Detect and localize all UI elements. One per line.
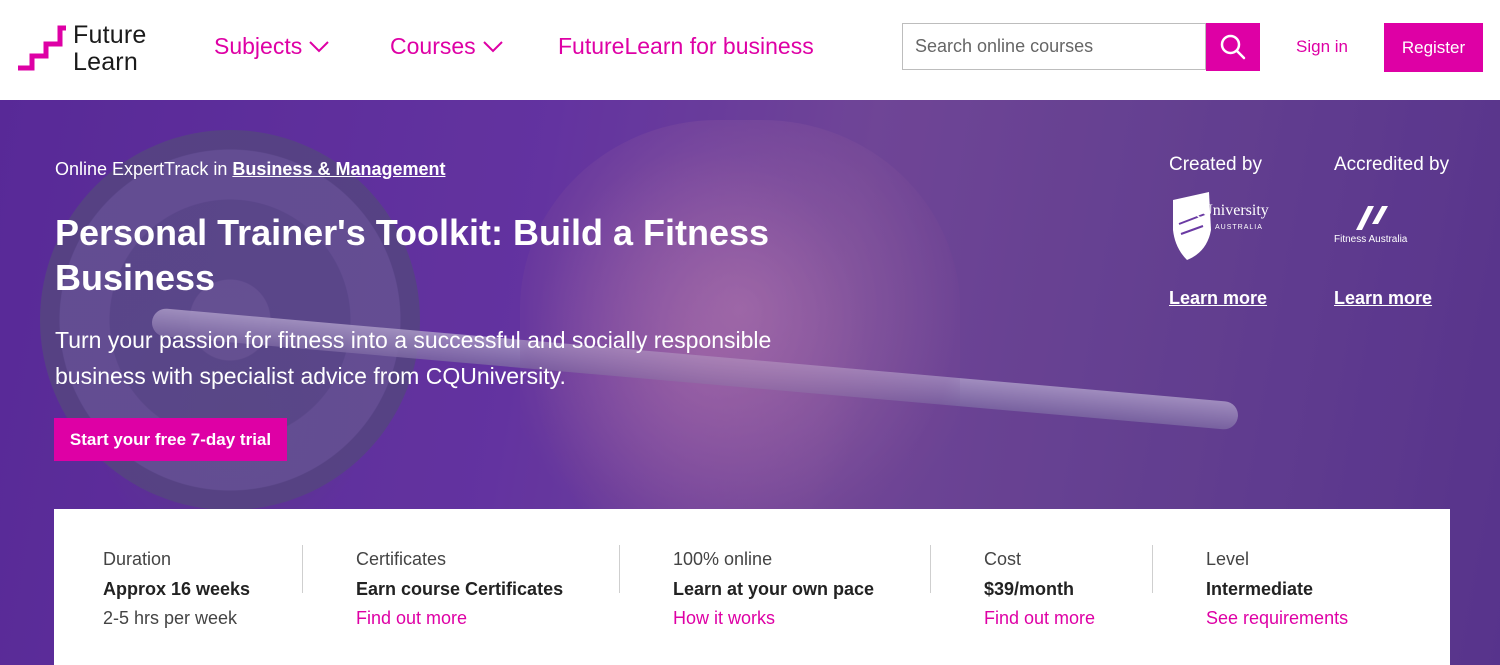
chevron-down-icon (309, 40, 329, 52)
sign-in-link[interactable]: Sign in (1296, 37, 1348, 57)
info-value: Intermediate (1206, 579, 1314, 599)
divider (619, 545, 620, 593)
info-value: Learn at your own pace (673, 579, 875, 599)
breadcrumb: Online ExpertTrack in Business & Managem… (55, 159, 445, 180)
cost-find-out-more-link[interactable]: Find out more (984, 608, 1095, 629)
nav-subjects[interactable]: Subjects (214, 33, 330, 60)
nav-subjects-label: Subjects (214, 33, 303, 59)
divider (930, 545, 931, 593)
site-header: Future Learn Subjects Courses FutureLear… (0, 0, 1500, 100)
info-key: Cost (984, 549, 1022, 569)
info-cost: Cost $39/month Find out more (984, 549, 1095, 629)
divider (302, 545, 303, 593)
accredited-by-block: Accredited by Fitness Australia Learn mo… (1334, 154, 1474, 334)
info-key: 100% online (673, 549, 773, 569)
info-key: Certificates (356, 549, 447, 569)
search-button[interactable] (1206, 23, 1260, 71)
register-button[interactable]: Register (1384, 23, 1483, 72)
chevron-down-icon (482, 40, 503, 52)
info-value: $39/month (984, 579, 1075, 599)
how-it-works-link[interactable]: How it works (673, 608, 874, 629)
logo-steps-icon (18, 25, 66, 71)
see-requirements-link[interactable]: See requirements (1206, 608, 1348, 629)
cqu-logo-subtext: AUSTRALIA (1215, 224, 1263, 231)
start-trial-button[interactable]: Start your free 7-day trial (54, 418, 287, 461)
logo-line-1: Future (73, 21, 147, 49)
nav-business[interactable]: FutureLearn for business (558, 33, 814, 60)
logo-line-2: Learn (73, 48, 138, 76)
info-key: Duration (103, 549, 172, 569)
created-by-label: Created by (1169, 154, 1262, 175)
course-subtitle: Turn your passion for fitness into a suc… (55, 327, 772, 389)
fitness-australia-mark-icon (1356, 206, 1388, 230)
search-field[interactable] (902, 23, 1206, 70)
info-duration: Duration Approx 16 weeks 2-5 hrs per wee… (103, 549, 250, 629)
divider (1152, 545, 1153, 593)
accredited-by-label: Accredited by (1334, 154, 1450, 175)
accredited-by-learn-more[interactable]: Learn more (1334, 288, 1432, 309)
info-value: Approx 16 weeks (103, 579, 251, 599)
info-certificates: Certificates Earn course Certificates Fi… (356, 549, 563, 629)
nav-courses[interactable]: Courses (390, 33, 504, 60)
info-value: Earn course Certificates (356, 579, 564, 599)
info-subtext: 2-5 hrs per week (103, 608, 238, 628)
info-key: Level (1206, 549, 1250, 569)
info-level: Level Intermediate See requirements (1206, 549, 1348, 629)
nav-courses-label: Courses (390, 33, 476, 59)
course-title: Personal Trainer's Toolkit: Build a Fitn… (55, 212, 770, 298)
cqu-logo-text: CQUniversity (1179, 202, 1269, 219)
certificates-find-out-more-link[interactable]: Find out more (356, 608, 563, 629)
cquniversity-logo: CQUniversity AUSTRALIA (1169, 190, 1289, 262)
logo-wordmark: Future Learn (73, 22, 146, 76)
info-online: 100% online Learn at your own pace How i… (673, 549, 874, 629)
search-icon (1220, 34, 1246, 60)
search-input[interactable] (913, 35, 1197, 58)
fitness-australia-text: Fitness Australia (1334, 234, 1408, 245)
fitness-australia-logo: Fitness Australia (1334, 204, 1434, 246)
breadcrumb-prefix: Online ExpertTrack in (55, 159, 228, 179)
futurelearn-logo[interactable]: Future Learn (16, 22, 166, 78)
course-info-bar: Duration Approx 16 weeks 2-5 hrs per wee… (54, 509, 1450, 665)
created-by-block: Created by CQUniversity AUSTRALIA Learn … (1169, 154, 1309, 334)
breadcrumb-category-link[interactable]: Business & Management (232, 159, 445, 179)
shield-icon (1173, 192, 1211, 260)
created-by-learn-more[interactable]: Learn more (1169, 288, 1267, 309)
nav-business-label: FutureLearn for business (558, 33, 814, 59)
